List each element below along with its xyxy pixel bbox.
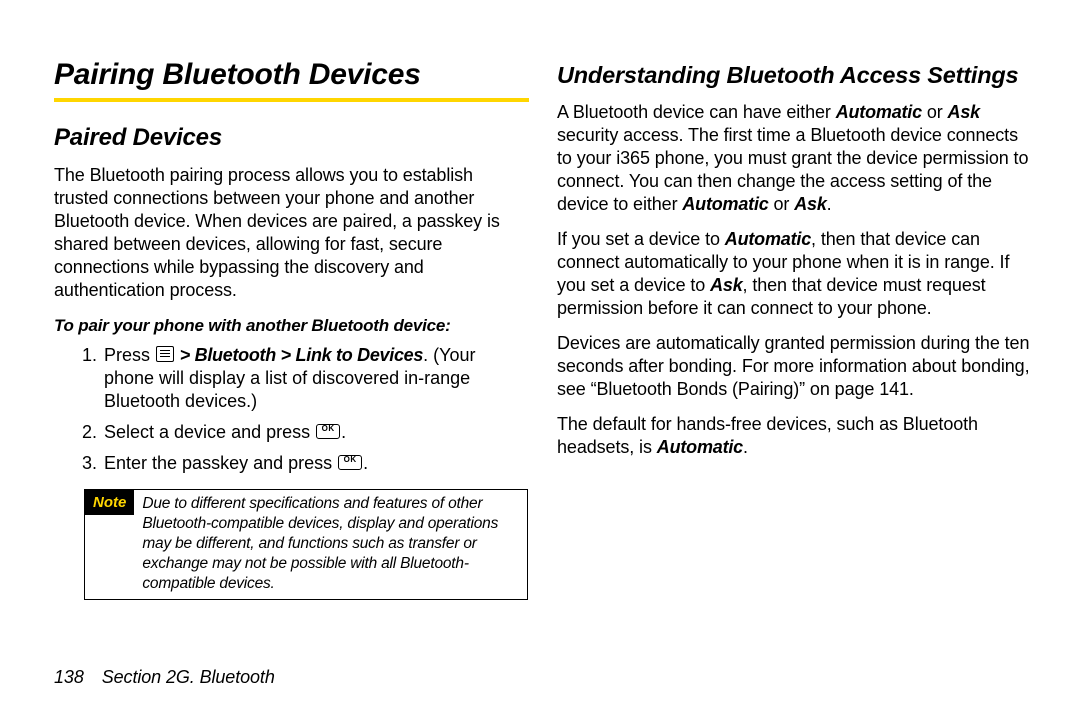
title-underline	[54, 98, 529, 102]
menu-key-icon	[156, 346, 174, 362]
pairing-steps-list: Press > Bluetooth > Link to Devices. (Yo…	[54, 344, 529, 475]
instruction-heading: To pair your phone with another Bluetoot…	[54, 316, 529, 336]
page-title: Pairing Bluetooth Devices	[54, 58, 529, 92]
paragraph-access-4: The default for hands-free devices, such…	[557, 413, 1032, 459]
note-body: Due to different specifications and feat…	[134, 490, 527, 599]
two-column-layout: Pairing Bluetooth Devices Paired Devices…	[54, 58, 1032, 600]
step-2: Select a device and press .	[102, 421, 529, 444]
step-3: Enter the passkey and press .	[102, 452, 529, 475]
section-label: Section 2G. Bluetooth	[102, 667, 275, 687]
paragraph-access-1: A Bluetooth device can have either Autom…	[557, 101, 1032, 216]
page-number: 138	[54, 667, 84, 687]
paragraph-access-2: If you set a device to Automatic, then t…	[557, 228, 1032, 320]
subheading-paired-devices: Paired Devices	[54, 124, 529, 152]
paragraph-intro: The Bluetooth pairing process allows you…	[54, 164, 529, 302]
step-1: Press > Bluetooth > Link to Devices. (Yo…	[102, 344, 529, 413]
note-label: Note	[85, 490, 134, 515]
manual-page: Pairing Bluetooth Devices Paired Devices…	[0, 0, 1080, 720]
note-box: Note Due to different specifications and…	[84, 489, 528, 600]
left-column: Pairing Bluetooth Devices Paired Devices…	[54, 58, 529, 600]
ok-key-icon	[316, 424, 340, 439]
subheading-access-settings: Understanding Bluetooth Access Settings	[557, 62, 1032, 89]
page-footer: 138 Section 2G. Bluetooth	[54, 667, 275, 688]
right-column: Understanding Bluetooth Access Settings …	[557, 58, 1032, 600]
paragraph-access-3: Devices are automatically granted permis…	[557, 332, 1032, 401]
ok-key-icon	[338, 455, 362, 470]
